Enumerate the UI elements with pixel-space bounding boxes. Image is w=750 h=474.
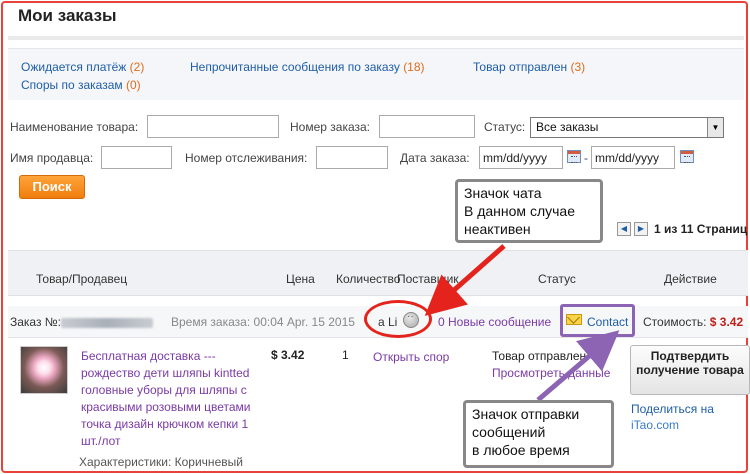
message-note-line: сообщений — [472, 424, 546, 440]
message-icon-note: Значок отправки сообщений в любое время — [463, 400, 614, 468]
chat-icon-note: Значок чата В данном случае неактивен — [455, 179, 603, 243]
chat-note-line: Значок чата — [464, 185, 542, 201]
message-note-line: в любое время — [472, 442, 570, 458]
red-arrow — [424, 244, 506, 316]
purple-arrow — [536, 330, 620, 402]
message-note-line: Значок отправки — [472, 406, 580, 422]
chat-note-line: В данном случае — [464, 203, 575, 219]
chat-note-line: неактивен — [464, 221, 531, 237]
annotation-arrows — [424, 244, 620, 402]
